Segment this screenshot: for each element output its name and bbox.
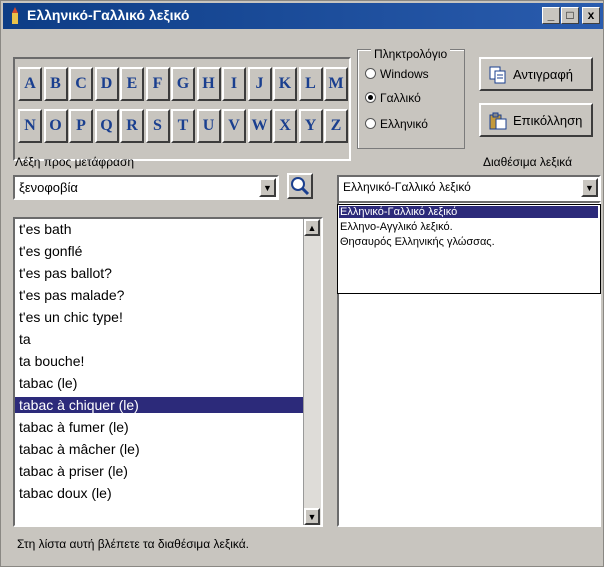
title-bar[interactable]: Ελληνικό-Γαλλικό λεξικό _ □ x: [3, 3, 603, 29]
letter-key[interactable]: N: [18, 109, 42, 143]
letter-key[interactable]: J: [247, 67, 272, 101]
dictionary-option[interactable]: Ελληνο-Αγγλικό λεξικό.: [340, 221, 453, 233]
list-item[interactable]: t'es gonflé: [19, 243, 82, 259]
list-item[interactable]: ta: [19, 331, 31, 347]
letter-key[interactable]: B: [43, 67, 68, 101]
list-item[interactable]: tabac à chiquer (le): [15, 397, 305, 413]
letter-key[interactable]: E: [120, 67, 144, 101]
search-button[interactable]: [287, 173, 313, 199]
letter-key[interactable]: Y: [298, 109, 323, 143]
copy-button-label: Αντιγραφή: [513, 67, 574, 82]
word-list[interactable]: tabac doux (le) tabac à priser (le) tabac …: [13, 217, 323, 527]
letter-key[interactable]: O: [43, 109, 68, 143]
copy-button[interactable]: Αντιγραφή: [479, 57, 593, 91]
paste-button-label: Επικόλληση: [513, 113, 583, 128]
dictionary-option[interactable]: Ελληνικό-Γαλλικό λεξικό: [339, 206, 598, 218]
app-window: Ελληνικό-Γαλλικό λεξικό _ □ x ABCDEFGHIJ…: [0, 0, 604, 567]
letter-key[interactable]: V: [222, 109, 246, 143]
letter-key[interactable]: K: [273, 67, 297, 101]
radio-windows-dot[interactable]: [365, 68, 376, 79]
radio-greek[interactable]: Ελληνικό: [365, 117, 428, 131]
letter-key[interactable]: G: [171, 67, 195, 101]
radio-greek-label: Ελληνικό: [380, 117, 428, 131]
letter-key[interactable]: W: [247, 109, 272, 143]
list-item[interactable]: ta bouche!: [19, 353, 84, 369]
radio-french-dot[interactable]: [365, 92, 376, 103]
minimize-button[interactable]: _: [542, 7, 560, 24]
list-item[interactable]: tabac (le): [19, 375, 77, 391]
letter-keypad: ABCDEFGHIJKLM NOPQRSTUVWXYZ: [13, 57, 351, 161]
radio-greek-dot[interactable]: [365, 118, 376, 129]
list-item[interactable]: tabac à fumer (le): [19, 419, 129, 435]
dictionary-option[interactable]: Θησαυρός Ελληνικής γλώσσας.: [340, 236, 495, 248]
letter-key[interactable]: X: [273, 109, 297, 143]
scroll-up-button[interactable]: ▲: [304, 219, 320, 236]
letter-key[interactable]: M: [324, 67, 348, 101]
word-to-translate-label: Λέξη προς μετάφραση: [15, 155, 135, 169]
letter-key[interactable]: F: [145, 67, 170, 101]
dictionary-dropdown-list: Ελληνικό-Γαλλικό λεξικό Ελληνο-Αγγλικό λ…: [337, 204, 601, 294]
paste-icon: [489, 112, 507, 130]
radio-windows-label: Windows: [380, 67, 429, 81]
list-item[interactable]: t'es pas malade?: [19, 287, 124, 303]
letter-key[interactable]: Q: [94, 109, 119, 143]
letter-key[interactable]: H: [196, 67, 221, 101]
window-title: Ελληνικό-Γαλλικό λεξικό: [27, 7, 190, 23]
letter-key[interactable]: S: [145, 109, 170, 143]
copy-icon: [489, 66, 506, 84]
radio-french-label: Γαλλικό: [380, 91, 421, 105]
list-item[interactable]: t'es bath: [19, 221, 72, 237]
paste-button[interactable]: Επικόλληση: [479, 103, 593, 137]
list-item[interactable]: tabac à mâcher (le): [19, 441, 140, 457]
letter-key[interactable]: L: [298, 67, 323, 101]
scroll-down-button[interactable]: ▼: [304, 508, 320, 525]
list-item[interactable]: tabac doux (le): [19, 485, 112, 501]
letter-key[interactable]: A: [18, 67, 42, 101]
list-item[interactable]: tabac à priser (le): [19, 463, 128, 479]
letter-key[interactable]: Z: [324, 109, 348, 143]
magnifier-icon: [291, 177, 310, 196]
keyboard-group-title: Πληκτρολόγιο: [371, 47, 451, 61]
search-combo[interactable]: ξενοφοβία ▼: [13, 175, 279, 200]
dictionary-select[interactable]: Ελληνικό-Γαλλικό λεξικό ▼: [337, 175, 601, 203]
dictionary-dropdown-arrow[interactable]: ▼: [581, 178, 598, 197]
word-list-scrollbar[interactable]: ▲ ▼: [303, 219, 321, 525]
letter-key[interactable]: P: [69, 109, 93, 143]
maximize-button[interactable]: □: [561, 7, 579, 24]
radio-windows[interactable]: Windows: [365, 67, 429, 81]
dictionary-select-value: Ελληνικό-Γαλλικό λεξικό: [343, 180, 471, 194]
letter-key[interactable]: T: [171, 109, 195, 143]
close-button[interactable]: x: [582, 7, 600, 24]
list-item[interactable]: t'es pas ballot?: [19, 265, 112, 281]
letter-key[interactable]: D: [94, 67, 119, 101]
letter-key[interactable]: I: [222, 67, 246, 101]
search-dropdown-arrow[interactable]: ▼: [259, 178, 276, 197]
letter-key[interactable]: R: [120, 109, 144, 143]
list-item[interactable]: t'es un chic type!: [19, 309, 123, 325]
radio-french[interactable]: Γαλλικό: [365, 91, 421, 105]
status-bar: Στη λίστα αυτή βλέπετε τα διαθέσιμα λεξι…: [17, 537, 249, 551]
letter-key[interactable]: U: [196, 109, 221, 143]
available-dictionaries-label: Διαθέσιμα λεξικά: [483, 155, 573, 169]
letter-key[interactable]: C: [69, 67, 93, 101]
app-icon: [12, 7, 18, 24]
search-input[interactable]: ξενοφοβία: [19, 180, 78, 195]
